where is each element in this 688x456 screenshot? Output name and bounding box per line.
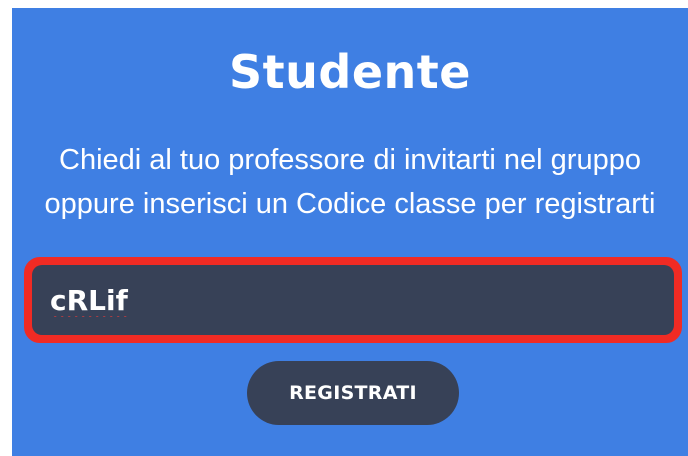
student-card: Studente Chiedi al tuo professore di inv… xyxy=(12,8,688,456)
instructions-text: Chiedi al tuo professore di invitarti ne… xyxy=(12,138,688,226)
register-button[interactable]: REGISTRATI xyxy=(247,361,459,425)
class-code-field-highlight xyxy=(24,257,682,343)
instructions-line-1: Chiedi al tuo professore di invitarti ne… xyxy=(59,144,641,176)
instructions-line-2: oppure inserisci un Codice classe per re… xyxy=(44,188,656,220)
class-code-input[interactable] xyxy=(32,265,674,335)
page-title: Studente xyxy=(229,45,471,99)
